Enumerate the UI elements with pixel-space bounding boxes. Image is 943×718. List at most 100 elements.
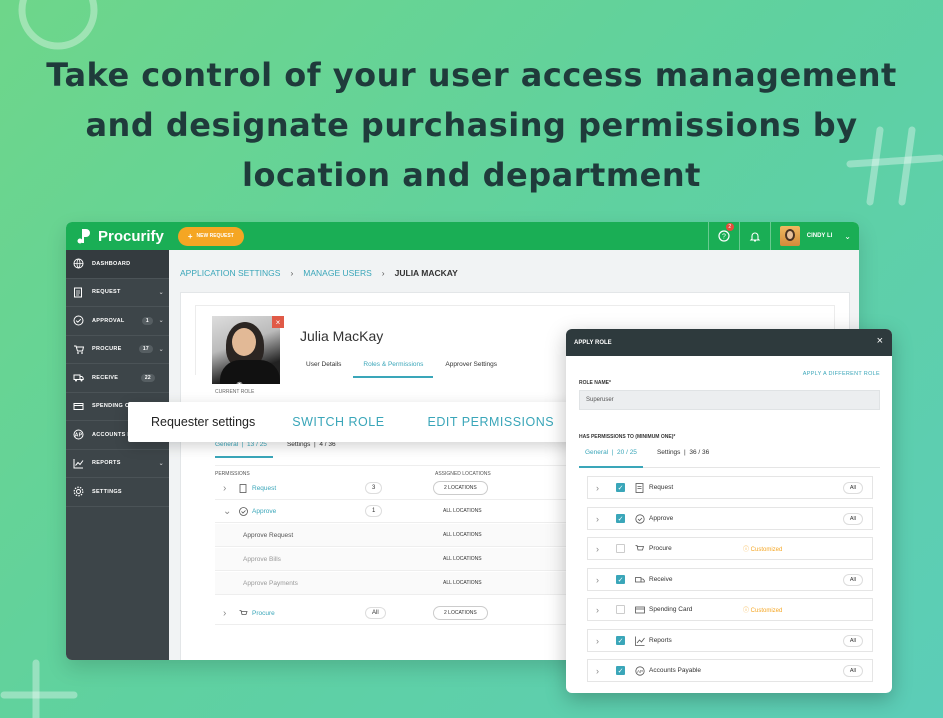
request-icon bbox=[74, 287, 82, 298]
sidebar-item-label: APPROVAL bbox=[92, 317, 125, 324]
logo[interactable]: Procurify bbox=[76, 227, 164, 245]
scope-tag[interactable]: All bbox=[842, 481, 863, 494]
permission-row-receive[interactable]: › ✓ Receive All bbox=[587, 568, 873, 591]
sidebar-item-receive[interactable]: RECEIVE 22 bbox=[66, 364, 169, 393]
chevron-right-icon[interactable]: › bbox=[596, 575, 606, 585]
checkbox-checked[interactable]: ✓ bbox=[616, 575, 625, 584]
help-icon: ? bbox=[718, 230, 730, 242]
row-label: Approve Bills bbox=[243, 555, 281, 563]
decorative-plus bbox=[0, 659, 78, 718]
close-icon[interactable]: × bbox=[272, 316, 284, 328]
permission-label: Approve bbox=[649, 515, 674, 522]
sidebar-item-request[interactable]: REQUEST ⌄ bbox=[66, 279, 169, 307]
edit-permissions-button[interactable]: EDIT PERMISSIONS bbox=[428, 415, 555, 429]
table-row: Approve Payments ALL LOCATIONS bbox=[215, 572, 595, 595]
dialog-header: APPLY ROLE × bbox=[566, 329, 892, 356]
svg-text:AP: AP bbox=[75, 433, 83, 439]
chevron-right-icon[interactable]: › bbox=[596, 605, 606, 615]
profile-photo[interactable]: ◉ bbox=[212, 316, 280, 384]
tab-approver-settings[interactable]: Approver Settings bbox=[445, 361, 507, 378]
switch-role-button[interactable]: SWITCH ROLE bbox=[292, 415, 384, 429]
table-row[interactable]: › Procure All 2 LOCATIONS bbox=[215, 602, 595, 625]
breadcrumb-application-settings[interactable]: APPLICATION SETTINGS bbox=[180, 268, 280, 278]
sidebar-item-procure[interactable]: PROCURE 17 ⌄ bbox=[66, 336, 169, 364]
tab-settings-label: Settings bbox=[286, 441, 311, 448]
scope-tag[interactable]: All bbox=[842, 634, 863, 647]
tab-general[interactable]: General | 20 / 25 bbox=[579, 449, 643, 468]
sidebar-item-approval[interactable]: APPROVAL 1 ⌄ bbox=[66, 307, 169, 336]
request-icon bbox=[635, 482, 644, 493]
chevron-down-icon: ⌄ bbox=[158, 460, 164, 467]
camera-icon[interactable]: ◉ bbox=[236, 380, 250, 384]
row-label[interactable]: Approve bbox=[252, 508, 276, 515]
chevron-right-icon[interactable]: › bbox=[596, 514, 606, 524]
procurify-logo-icon bbox=[77, 229, 90, 244]
scope-tag[interactable]: All bbox=[842, 573, 863, 586]
chevron-down-icon: ⌄ bbox=[158, 346, 164, 353]
chevron-right-icon[interactable]: › bbox=[596, 666, 606, 676]
permission-row-procure[interactable]: › Procure ⓘ Customized bbox=[587, 537, 873, 560]
chevron-right-icon[interactable]: › bbox=[596, 544, 606, 554]
sidebar-item-settings[interactable]: SETTINGS bbox=[66, 478, 169, 507]
table-row[interactable]: › Request 3 2 LOCATIONS bbox=[215, 477, 595, 500]
locations-pill[interactable]: 2 LOCATIONS bbox=[433, 481, 488, 495]
chevron-down-icon: ⌄ bbox=[158, 289, 164, 296]
table-row[interactable]: ⌄ Approve 1 ALL LOCATIONS bbox=[215, 500, 595, 523]
chevron-right-icon[interactable]: › bbox=[223, 483, 239, 494]
row-label[interactable]: Procure bbox=[252, 610, 275, 617]
tab-general[interactable]: General | 13 / 25 bbox=[215, 441, 273, 458]
checkbox-checked[interactable]: ✓ bbox=[616, 483, 625, 492]
user-name: CINDY LI bbox=[806, 233, 833, 239]
requester-settings-label: Requester settings bbox=[151, 415, 256, 429]
permission-row-spending-card[interactable]: › Spending Card ⓘ Customized bbox=[587, 598, 873, 621]
locations-text: ALL LOCATIONS bbox=[443, 580, 482, 586]
profile-name: Julia MacKay bbox=[300, 328, 384, 344]
row-count: 1 bbox=[365, 505, 383, 517]
scope-tag[interactable]: All bbox=[842, 664, 863, 677]
help-button[interactable]: ? 2 bbox=[707, 222, 739, 250]
notifications-button[interactable] bbox=[738, 222, 770, 250]
row-label[interactable]: Request bbox=[252, 485, 276, 492]
chevron-right-icon[interactable]: › bbox=[596, 636, 606, 646]
plus-icon: + bbox=[187, 231, 193, 241]
user-menu[interactable]: CINDY LI ⌄ bbox=[769, 222, 859, 250]
permission-label: Receive bbox=[649, 576, 673, 583]
sidebar-item-label: ACCOUNTS P bbox=[92, 431, 132, 438]
checkbox-checked[interactable]: ✓ bbox=[616, 636, 625, 645]
sidebar-item-reports[interactable]: REPORTS ⌄ bbox=[66, 450, 169, 478]
tab-settings[interactable]: Settings | 36 / 36 bbox=[643, 449, 709, 467]
chevron-right-icon[interactable]: › bbox=[596, 483, 606, 493]
permission-row-request[interactable]: › ✓ Request All bbox=[587, 476, 873, 499]
headline: Take control of your user access managem… bbox=[40, 50, 903, 200]
card-icon bbox=[73, 402, 84, 410]
scope-tag[interactable]: All bbox=[842, 512, 863, 525]
cart-icon bbox=[635, 544, 645, 550]
sidebar-item-dashboard[interactable]: DASHBOARD bbox=[66, 250, 169, 279]
row-count: 3 bbox=[365, 482, 383, 494]
tab-roles-permissions[interactable]: Roles & Permissions bbox=[353, 361, 434, 378]
checkbox-unchecked[interactable] bbox=[616, 544, 625, 553]
tab-general-label: General bbox=[215, 441, 239, 448]
chart-icon bbox=[635, 636, 645, 646]
chevron-down-icon[interactable]: ⌄ bbox=[223, 506, 239, 517]
apply-different-role-link[interactable]: APPLY A DIFFERENT ROLE bbox=[803, 371, 880, 377]
permission-row-approve[interactable]: › ✓ Approve All bbox=[587, 507, 873, 530]
row-count: All bbox=[365, 607, 386, 619]
locations-text: ALL LOCATIONS bbox=[443, 556, 482, 562]
sidebar-item-label: SETTINGS bbox=[92, 488, 122, 495]
chevron-right-icon[interactable]: › bbox=[223, 608, 239, 619]
row-label: Approve Payments bbox=[243, 579, 298, 587]
breadcrumb-manage-users[interactable]: MANAGE USERS bbox=[303, 268, 372, 278]
new-request-button[interactable]: + NEW REQUEST bbox=[177, 226, 244, 246]
tab-settings[interactable]: Settings | 4 / 36 bbox=[273, 441, 336, 458]
checkbox-checked[interactable]: ✓ bbox=[616, 666, 625, 675]
permission-row-reports[interactable]: › ✓ Reports All bbox=[587, 629, 873, 652]
chevron-down-icon: ⌄ bbox=[844, 231, 851, 241]
locations-pill[interactable]: 2 LOCATIONS bbox=[433, 606, 488, 620]
close-icon[interactable]: × bbox=[877, 335, 883, 347]
permission-row-accounts-payable[interactable]: › ✓ AP Accounts Payable All bbox=[587, 659, 873, 682]
checkbox-unchecked[interactable] bbox=[616, 605, 625, 614]
checkbox-checked[interactable]: ✓ bbox=[616, 514, 625, 523]
tab-user-details[interactable]: User Details bbox=[306, 361, 351, 378]
role-name-field[interactable]: Superuser bbox=[579, 390, 880, 410]
